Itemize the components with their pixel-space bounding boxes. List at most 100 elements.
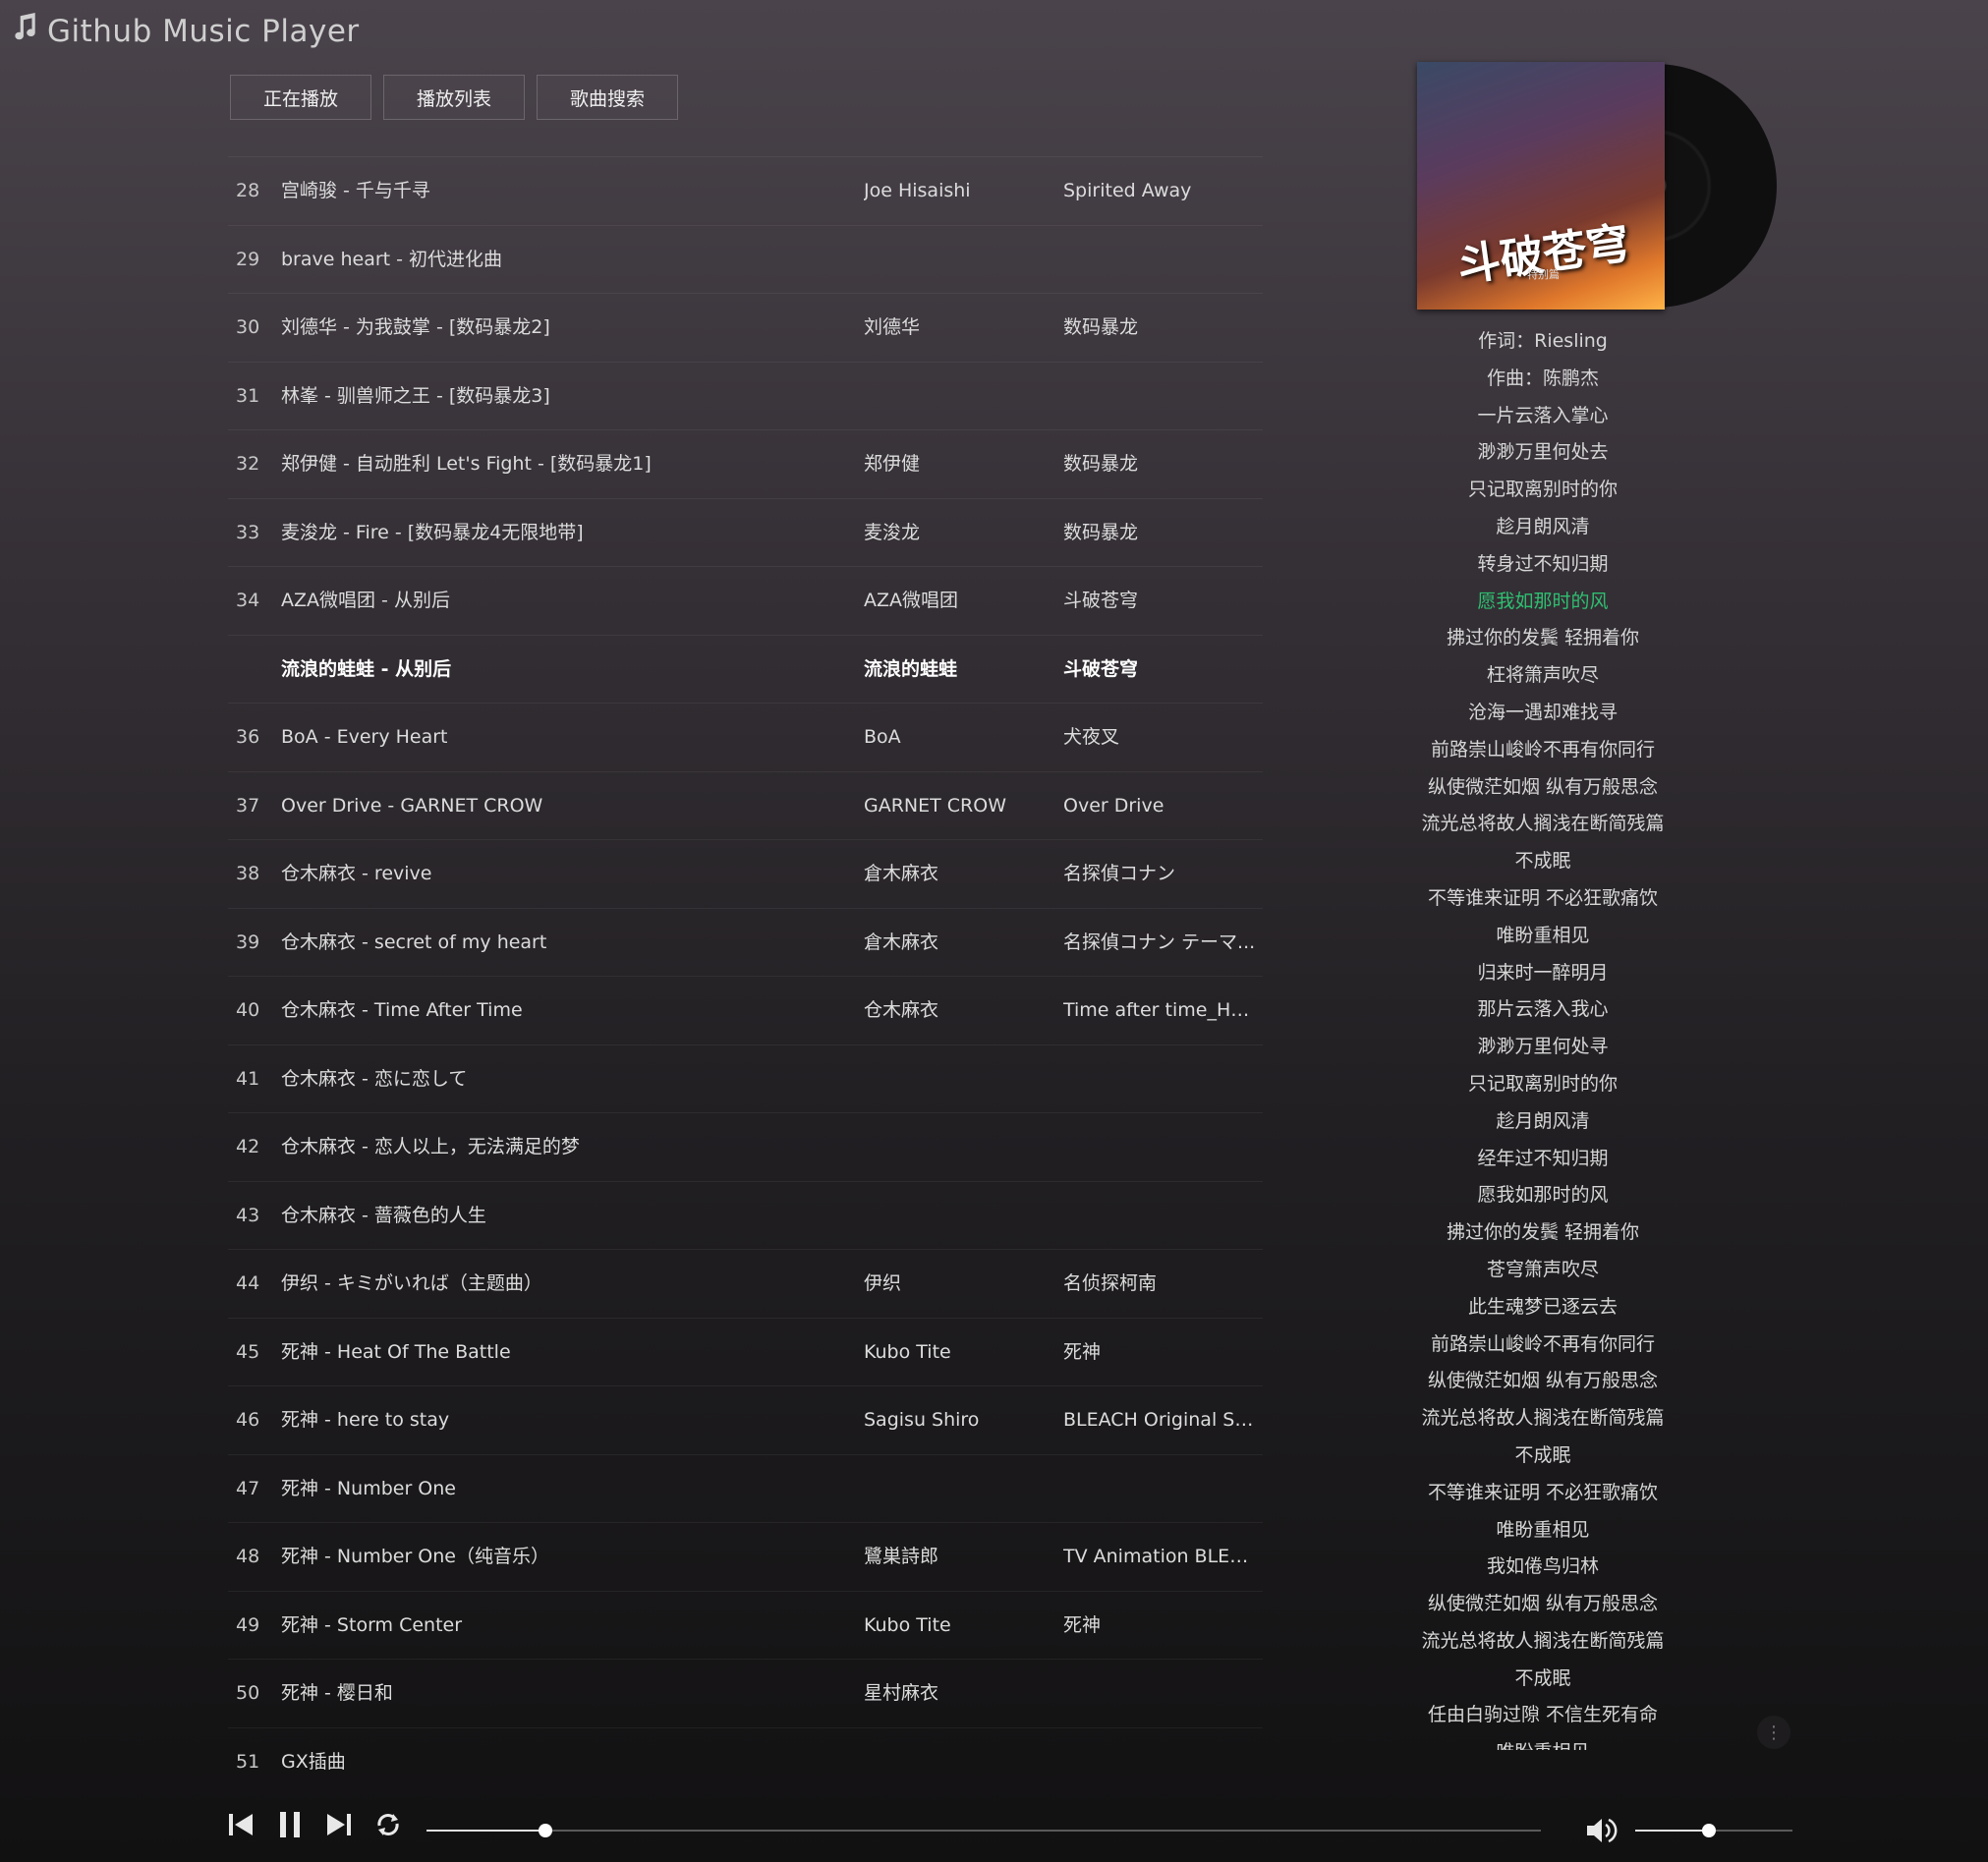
volume-button[interactable] — [1584, 1814, 1619, 1847]
repeat-icon — [377, 1814, 399, 1835]
playlist-row[interactable]: 36 BoA - Every Heart BoA 犬夜叉 — [228, 703, 1263, 771]
row-number: 39 — [236, 931, 260, 953]
playlist-row[interactable]: 41 仓木麻衣 - 恋に恋して — [228, 1044, 1263, 1113]
song-album: 数码暴龙 — [1063, 521, 1139, 543]
playlist-row[interactable]: 50 死神 - 樱日和 星村麻衣 — [228, 1659, 1263, 1727]
playlist-row[interactable]: 39 仓木麻衣 - secret of my heart 倉木麻衣 名探偵コナン テー… — [228, 907, 1263, 977]
playlist-row[interactable]: 33 麦浚龙 - Fire - [数码暴龙4无限地带] 麦浚龙 数码暴龙 — [228, 497, 1263, 567]
song-artist: 伊织 — [864, 1272, 902, 1294]
app-header: Github Music Player — [12, 10, 360, 53]
song-artist: 流浪的蛙蛙 — [864, 657, 958, 680]
playlist-row[interactable]: 44 伊织 - キミがいれば（主题曲） 伊织 名侦探柯南 — [228, 1249, 1263, 1318]
playlist-row[interactable]: 32 郑伊健 - 自动胜利 Let's Fight - [数码暴龙1] 郑伊健 数码暴… — [228, 429, 1263, 498]
playlist-row[interactable]: 34 AZA微唱团 - 从别后 AZA微唱团 斗破苍穹 — [228, 566, 1263, 635]
more-options-icon[interactable]: ⋮ — [1757, 1716, 1790, 1749]
prev-button[interactable] — [226, 1808, 256, 1841]
song-title: 死神 - here to stay — [281, 1409, 450, 1431]
song-album: 数码暴龙 — [1063, 316, 1139, 338]
song-artist: 鷺巣詩郎 — [864, 1546, 939, 1567]
playlist-row[interactable]: 47 死神 - Number One — [228, 1453, 1263, 1523]
song-artist: 刘德华 — [864, 316, 921, 338]
song-artist: GARNET CROW — [864, 794, 1006, 817]
lyric-line: 纵使微茫如烟 纵有万般思念 — [1427, 775, 1659, 798]
lyric-line: 此生魂梦已逐云去 — [1467, 1295, 1618, 1318]
row-number: 30 — [236, 316, 260, 338]
current-lyric-line: 愿我如那时的风 — [1477, 590, 1609, 612]
song-artist: 倉木麻衣 — [864, 863, 939, 884]
lyric-line: 作曲：陈鹏杰 — [1486, 367, 1599, 389]
lyric-line: 愿我如那时的风 — [1477, 1184, 1609, 1207]
playlist-row[interactable]: 40 仓木麻衣 - Time After Time 仓木麻衣 Time after t… — [228, 976, 1263, 1044]
playlist-row[interactable]: 48 死神 - Number One（纯音乐） 鷺巣詩郎 TV Animation B… — [228, 1522, 1263, 1591]
playlist-row[interactable]: 37 Over Drive - GARNET CROW GARNET CROW Ove… — [228, 770, 1263, 840]
album-art: 斗破苍穹 特别篇 — [1417, 62, 1777, 310]
row-number: 28 — [236, 180, 260, 201]
song-title: 仓木麻衣 - 蔷薇色的人生 — [281, 1204, 486, 1226]
tab-now-playing[interactable]: 正在播放 — [230, 75, 371, 120]
volume-knob[interactable] — [1702, 1824, 1717, 1837]
progress-bar[interactable] — [426, 1824, 1541, 1837]
playlist-row[interactable]: 43 仓木麻衣 - 蔷薇色的人生 — [228, 1180, 1263, 1250]
song-title: 仓木麻衣 - Time After Time — [281, 999, 523, 1021]
playlist-row[interactable]: 42 仓木麻衣 - 恋人以上，无法满足的梦 — [228, 1112, 1263, 1181]
lyric-line: 前路崇山峻岭不再有你同行 — [1430, 1332, 1655, 1355]
lyric-line: 作词：Riesling — [1478, 330, 1608, 352]
lyrics-panel[interactable]: 作词：Riesling 作曲：陈鹏杰 一片云落入掌心 渺渺万里何处去 只记取离别时的你趁… — [1395, 323, 1690, 1750]
song-artist: BoA — [864, 726, 901, 748]
next-button[interactable] — [324, 1808, 354, 1841]
playlist-row[interactable]: 45 死神 - Heat Of The Battle Kubo Tite 死神 — [228, 1317, 1263, 1386]
playlist-row[interactable]: 30 刘德华 - 为我鼓掌 - [数码暴龙2] 刘德华 数码暴龙 — [228, 293, 1263, 362]
tab-song-search[interactable]: 歌曲搜索 — [537, 75, 678, 120]
lyric-line: 我如倦鸟归林 — [1486, 1555, 1599, 1578]
progress-knob[interactable] — [539, 1824, 553, 1837]
playlist-row[interactable]: 51 GX插曲 — [228, 1726, 1263, 1796]
song-album: Spirited Away — [1063, 180, 1192, 201]
song-title: 死神 - Heat Of The Battle — [281, 1340, 511, 1363]
song-album: BLEACH Original Soun... — [1063, 1409, 1260, 1431]
row-number: 40 — [236, 999, 260, 1021]
song-artist: 郑伊健 — [864, 453, 921, 475]
song-title: 刘德华 - 为我鼓掌 - [数码暴龙2] — [281, 316, 550, 338]
tab-bar: 正在播放 播放列表 歌曲搜索 — [230, 75, 678, 120]
playlist-row[interactable]: 49 死神 - Storm Center Kubo Tite 死神 — [228, 1590, 1263, 1660]
lyric-line: 拂过你的发鬓 轻拥着你 — [1446, 627, 1640, 649]
volume-icon — [1587, 1818, 1618, 1843]
lyric-line: 只记取离别时的你 — [1467, 479, 1618, 501]
playlist-row[interactable]: 46 死神 - here to stay Sagisu Shiro BLEACH Or… — [228, 1385, 1263, 1454]
playlist-row[interactable]: 28 宫崎骏 - 千与千寻 Joe Hisaishi Spirited Away — [228, 156, 1263, 225]
lyric-line: 纵使微茫如烟 纵有万般思念 — [1427, 1593, 1659, 1615]
playlist-row[interactable]: 29 brave heart - 初代进化曲 — [228, 224, 1263, 294]
song-title: brave heart - 初代进化曲 — [281, 248, 503, 270]
playback-controls — [226, 1808, 403, 1841]
volume-fill — [1635, 1830, 1710, 1832]
playlist-row[interactable]: 38 仓木麻衣 - revive 倉木麻衣 名探偵コナン — [228, 839, 1263, 908]
lyric-line: 纵使微茫如烟 纵有万般思念 — [1427, 1370, 1659, 1392]
row-number: 29 — [236, 248, 260, 270]
lyric-line: 只记取离别时的你 — [1467, 1072, 1618, 1095]
song-album: 名探偵コナン — [1063, 863, 1176, 884]
row-number: 49 — [236, 1613, 260, 1636]
lyric-line: 枉将箫声吹尽 — [1486, 664, 1599, 687]
row-number: 48 — [236, 1546, 260, 1567]
lyric-line: 渺渺万里何处寻 — [1477, 1036, 1609, 1058]
tab-playlist[interactable]: 播放列表 — [383, 75, 525, 120]
lyric-line: 前路崇山峻岭不再有你同行 — [1430, 738, 1655, 761]
song-title: 流浪的蛙蛙 - 从别后 — [281, 657, 452, 680]
pause-button[interactable] — [275, 1808, 305, 1841]
playlist-row[interactable]: 流浪的蛙蛙 - 从别后 流浪的蛙蛙 斗破苍穹 — [228, 634, 1263, 704]
song-album: Over Drive — [1063, 794, 1164, 817]
playlist-row[interactable]: 31 林峯 - 驯兽师之王 - [数码暴龙3] — [228, 361, 1263, 430]
song-title: GX插曲 — [281, 1750, 346, 1773]
song-album: Time after time_Hana... — [1063, 999, 1260, 1021]
app-title: Github Music Player — [47, 14, 360, 49]
song-title: AZA微唱团 - 从别后 — [281, 590, 450, 611]
lyric-line: 唯盼重相见 — [1496, 924, 1590, 946]
lyric-line: 任由白驹过隙 不信生死有命 — [1427, 1704, 1659, 1726]
song-title: 死神 - Storm Center — [281, 1613, 463, 1636]
row-number: 51 — [236, 1750, 260, 1773]
song-artist: 倉木麻衣 — [864, 931, 939, 953]
repeat-button[interactable] — [373, 1808, 403, 1841]
volume-slider[interactable] — [1635, 1824, 1792, 1837]
song-artist: 麦浚龙 — [864, 521, 921, 543]
song-artist: Kubo Tite — [864, 1613, 951, 1636]
